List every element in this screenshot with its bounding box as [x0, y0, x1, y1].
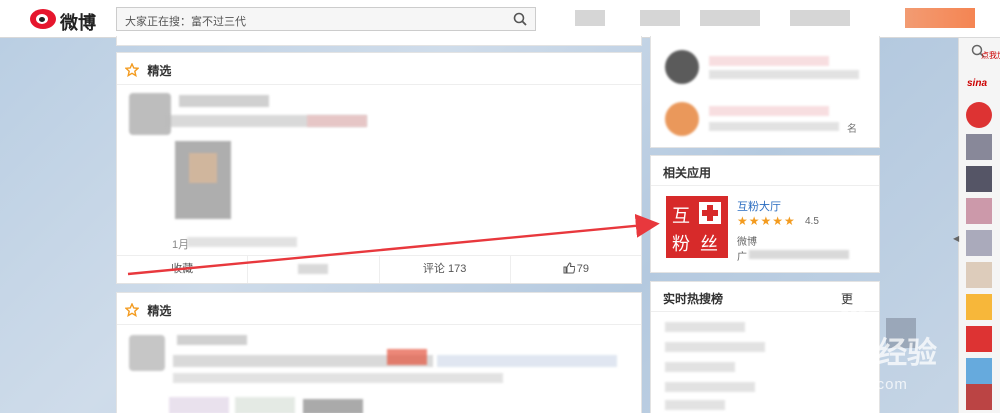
card-header: 相关应用: [651, 156, 879, 186]
card-header: 精选: [117, 293, 641, 325]
app-source: 微博: [737, 237, 757, 248]
app-thumb[interactable]: [966, 230, 992, 256]
search-input[interactable]: 大家正在搜：富不过三代: [125, 13, 246, 29]
plus-icon: [699, 202, 721, 224]
card-title: 精选: [147, 304, 172, 318]
hot-item-blurred[interactable]: [665, 382, 755, 392]
hot-item-blurred[interactable]: [665, 362, 735, 372]
post-image[interactable]: [169, 397, 229, 413]
post-image-detail: [189, 153, 217, 183]
user-menu-blurred[interactable]: [905, 8, 975, 28]
post-meta-blurred: [187, 237, 297, 247]
app-tile-char: 粉: [672, 234, 690, 255]
post-action-bar: 收藏 评论 173 79: [117, 255, 641, 283]
username-blurred[interactable]: [709, 106, 829, 116]
app-icon-hufen[interactable]: 互 粉 丝: [666, 196, 728, 258]
like-button[interactable]: 79: [509, 256, 641, 283]
app-name-link[interactable]: 互粉大厅: [737, 198, 781, 214]
related-apps-card: 相关应用 互 粉 丝 互粉大厅 ★★★★★ 4.5 微博 广: [650, 155, 880, 273]
nav-item-blurred[interactable]: [790, 10, 850, 26]
weibo-logo[interactable]: 微博: [30, 7, 102, 34]
hot-search-title: 实时热搜榜: [663, 292, 724, 306]
nav-item-blurred[interactable]: [700, 10, 760, 26]
app-thumb[interactable]: [966, 262, 992, 288]
app-thumb[interactable]: [966, 198, 992, 224]
watermark-brand: Bai: [764, 332, 825, 372]
hot-item-blurred[interactable]: [665, 342, 765, 352]
feed-card: 精选 1月 收藏 评论 173 79: [116, 52, 642, 284]
rating-stars-icon: ★★★★★: [737, 214, 796, 228]
watermark-brand2: du: [824, 332, 874, 372]
post-text-blurred: [387, 349, 427, 365]
post-text-blurred: [437, 355, 617, 367]
app-thumb[interactable]: [966, 166, 992, 192]
star-outline-icon: [125, 303, 139, 317]
star-outline-icon: [125, 63, 139, 77]
feed-card: 精选: [116, 292, 642, 413]
weibo-eye-icon: [30, 9, 56, 29]
nav-item-blurred[interactable]: [640, 10, 680, 26]
avatar[interactable]: [665, 50, 699, 84]
user-desc-blurred: [709, 122, 839, 131]
post-image[interactable]: [303, 399, 363, 413]
post-image[interactable]: [235, 397, 295, 413]
hot-item-blurred[interactable]: [665, 400, 725, 410]
username-blurred[interactable]: [177, 335, 247, 345]
sina-icon[interactable]: sina: [967, 78, 987, 89]
avatar[interactable]: [129, 93, 171, 135]
app-tile-char: 丝: [700, 234, 718, 255]
sidebar-top-label[interactable]: 点我加: [981, 50, 1000, 61]
card-header: 精选: [117, 53, 641, 85]
favorite-button[interactable]: 收藏: [117, 256, 247, 283]
hot-item-blurred[interactable]: [665, 322, 745, 332]
repost-button[interactable]: [247, 256, 378, 283]
post-text-blurred: [173, 373, 503, 383]
baidu-jingyan-watermark: Baidu 经验 jingyan.baidu.com: [764, 300, 1000, 413]
follow-suggest-card: 名: [650, 36, 880, 148]
card-title: 精选: [147, 64, 172, 78]
feed-strip: [116, 36, 642, 46]
comment-button[interactable]: 评论 173: [378, 256, 510, 283]
logo-text: 微博: [60, 13, 96, 34]
username-blurred[interactable]: [179, 95, 269, 107]
username-blurred[interactable]: [709, 56, 829, 66]
follow-suffix: 名: [847, 124, 857, 135]
watermark-url: jingyan.baidu.com: [770, 376, 908, 393]
user-desc-blurred: [709, 70, 859, 79]
search-icon[interactable]: [513, 12, 527, 26]
collapse-arrow-icon[interactable]: ◀: [953, 234, 959, 243]
app-desc-blurred: [749, 250, 849, 259]
related-apps-title: 相关应用: [663, 166, 712, 180]
app-desc: 广: [737, 252, 747, 263]
top-bar: 微博 大家正在搜：富不过三代: [0, 0, 1000, 38]
thumbs-up-icon: [563, 262, 575, 274]
search-box[interactable]: 大家正在搜：富不过三代: [116, 7, 536, 31]
app-tile-char: 互: [672, 206, 690, 227]
avatar[interactable]: [129, 335, 165, 371]
app-rating: 4.5: [805, 216, 819, 227]
nav-item-blurred[interactable]: [575, 10, 605, 26]
watermark-suffix: 经验: [877, 336, 938, 371]
app-thumb[interactable]: [966, 102, 992, 128]
app-thumb[interactable]: [966, 134, 992, 160]
avatar[interactable]: [665, 102, 699, 136]
post-text-blurred: [307, 115, 367, 127]
